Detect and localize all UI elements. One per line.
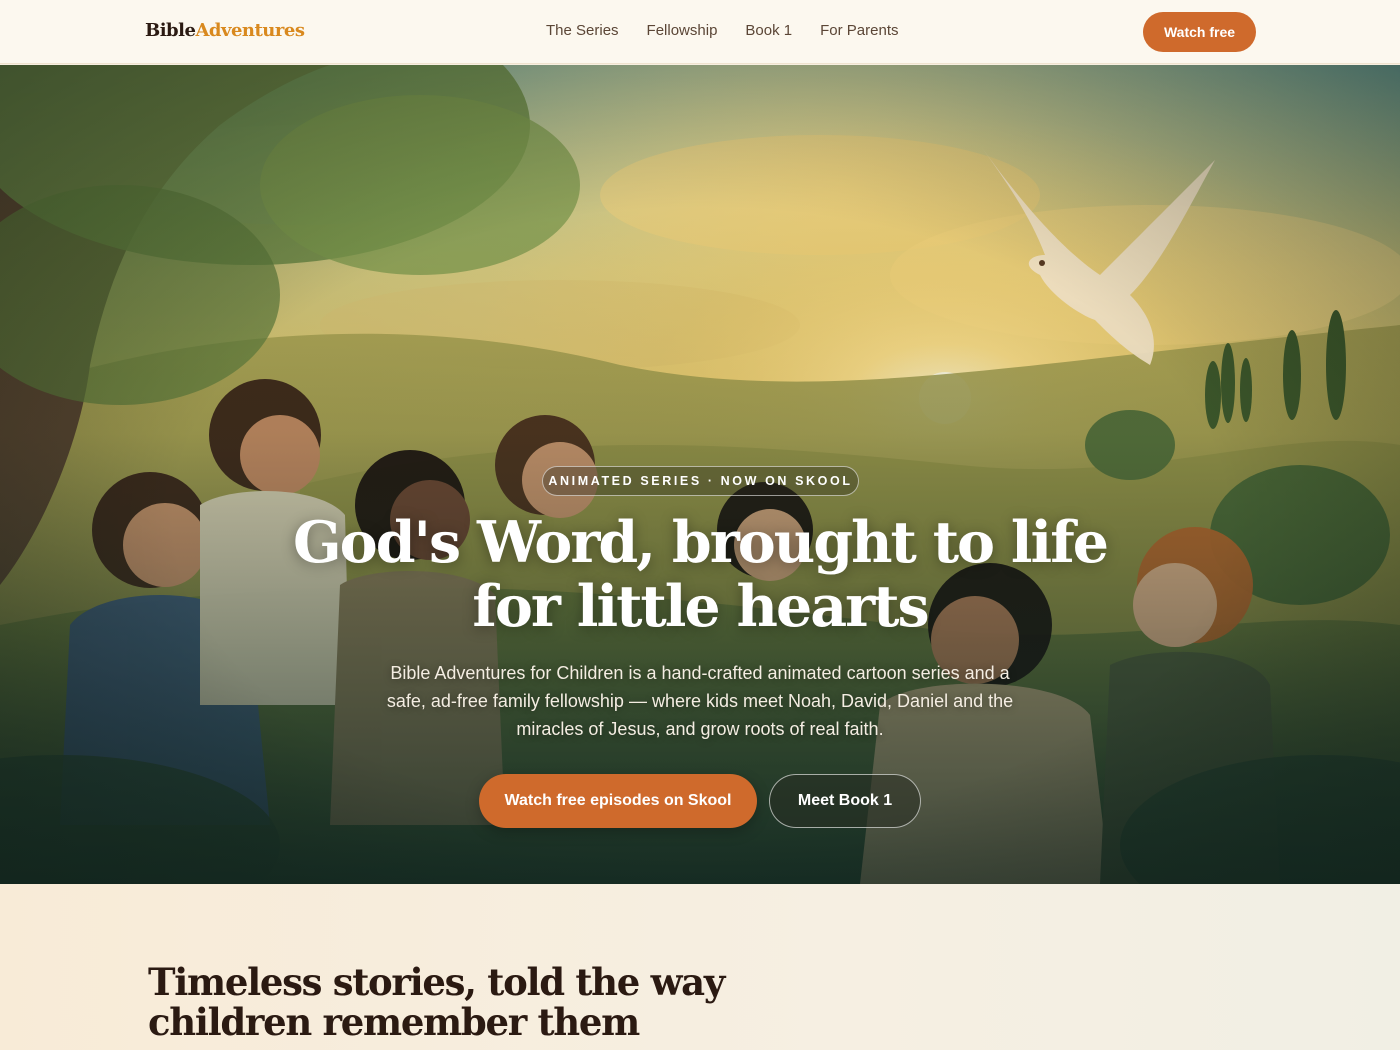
hero-eyebrow-badge: ANIMATED SERIES · NOW ON SKOOL: [542, 466, 859, 496]
hero-content: ANIMATED SERIES · NOW ON SKOOL God's Wor…: [0, 65, 1400, 884]
hero-subtext: Bible Adventures for Children is a hand-…: [386, 663, 1014, 739]
top-nav: BibleAdventures The Series Fellowship Bo…: [0, 0, 1400, 64]
watch-free-episodes-button[interactable]: Watch free episodes on Skool: [479, 774, 757, 828]
hero-headline-line-2: for little hearts: [472, 573, 929, 640]
nav-link-book-1[interactable]: Book 1: [745, 22, 792, 39]
meet-book-1-button[interactable]: Meet Book 1: [769, 774, 921, 828]
section-title: Timeless stories, told the way children …: [148, 962, 768, 1042]
section-title-line-1: Timeless stories, told the way: [148, 960, 725, 1004]
nav-link-fellowship[interactable]: Fellowship: [647, 22, 718, 39]
hero-headline-line-1: God's Word, brought to life: [293, 509, 1109, 576]
nav-links: The Series Fellowship Book 1 For Parents: [546, 22, 899, 39]
hero-headline: God's Word, brought to life for little h…: [200, 511, 1200, 639]
logo-bible: Bible: [145, 20, 196, 41]
section-title-line-2: children remember them: [148, 1000, 640, 1044]
logo-adventures: Adventures: [195, 20, 305, 41]
nav-link-for-parents[interactable]: For Parents: [820, 22, 898, 39]
nav-link-the-series[interactable]: The Series: [546, 22, 619, 39]
logo[interactable]: BibleAdventures: [145, 20, 305, 41]
stories-section: Timeless stories, told the way children …: [0, 884, 1400, 1050]
hero: ANIMATED SERIES · NOW ON SKOOL God's Wor…: [0, 65, 1400, 884]
watch-free-button[interactable]: Watch free: [1143, 12, 1256, 52]
